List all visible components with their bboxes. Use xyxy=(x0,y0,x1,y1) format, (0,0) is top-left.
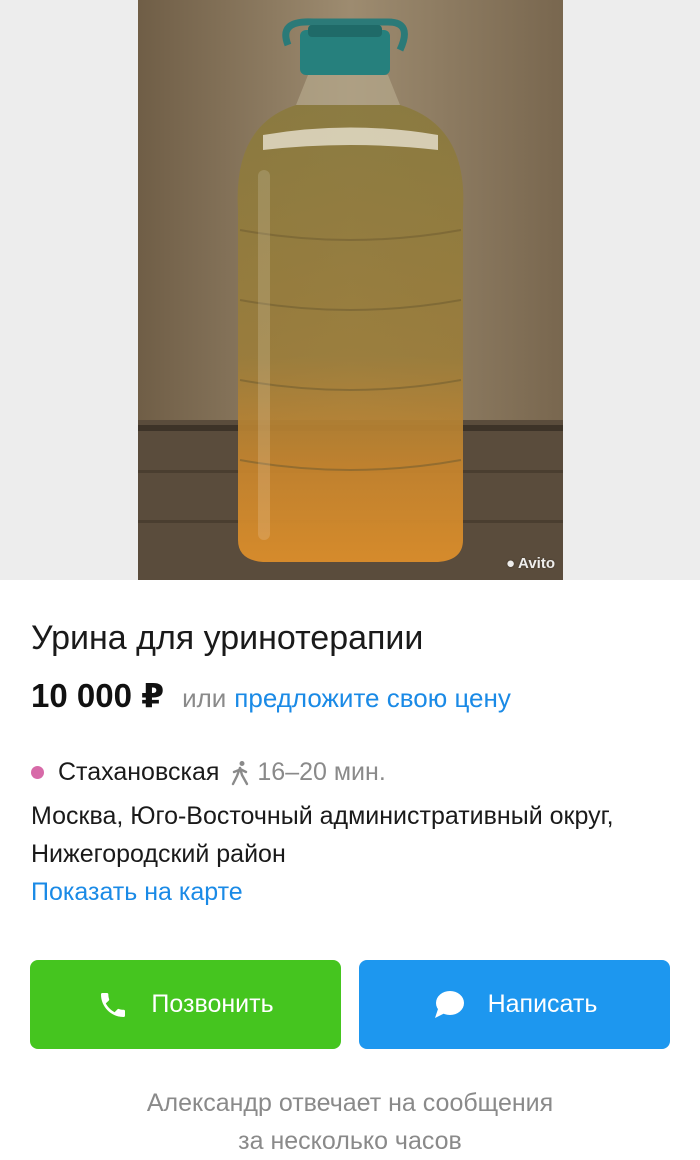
listing-title: Урина для уринотерапии xyxy=(31,619,424,657)
price: 10 000 ₽ xyxy=(31,677,165,714)
photo-frame: ● Avito xyxy=(138,0,563,580)
offer-price-link[interactable]: предложите свою цену xyxy=(234,683,511,714)
metro-line-dot xyxy=(31,766,44,779)
bottle-illustration xyxy=(138,0,563,580)
call-button-label: Позвонить xyxy=(151,990,274,1018)
call-button[interactable]: Позвонить xyxy=(30,960,341,1049)
reply-note-line-1: Александр отвечает на сообщения xyxy=(146,1089,554,1117)
price-or-label: или xyxy=(182,683,227,713)
metro-info: Стахановская 16–20 мин. xyxy=(31,758,386,787)
address: Москва, Юго-Восточный административный о… xyxy=(31,802,614,868)
avito-logo-icon: ● xyxy=(505,555,516,572)
seller-reply-note: Александр отвечает на сообщения за неско… xyxy=(0,1084,700,1160)
walk-time: 16–20 мин. xyxy=(257,758,386,786)
listing-photo[interactable]: ● Avito xyxy=(0,0,700,580)
price-row: 10 000 ₽ или предложите свою цену xyxy=(31,676,511,715)
write-button-label: Написать xyxy=(487,990,598,1018)
avito-watermark: ● Avito xyxy=(505,555,555,572)
chat-bubble-icon xyxy=(432,989,466,1021)
metro-station: Стахановская xyxy=(58,758,220,786)
walking-person-icon xyxy=(229,760,251,786)
write-message-button[interactable]: Написать xyxy=(359,960,670,1049)
reply-note-line-2: за несколько часов xyxy=(238,1127,462,1155)
phone-icon xyxy=(97,989,129,1021)
show-on-map-link[interactable]: Показать на карте xyxy=(31,878,243,907)
